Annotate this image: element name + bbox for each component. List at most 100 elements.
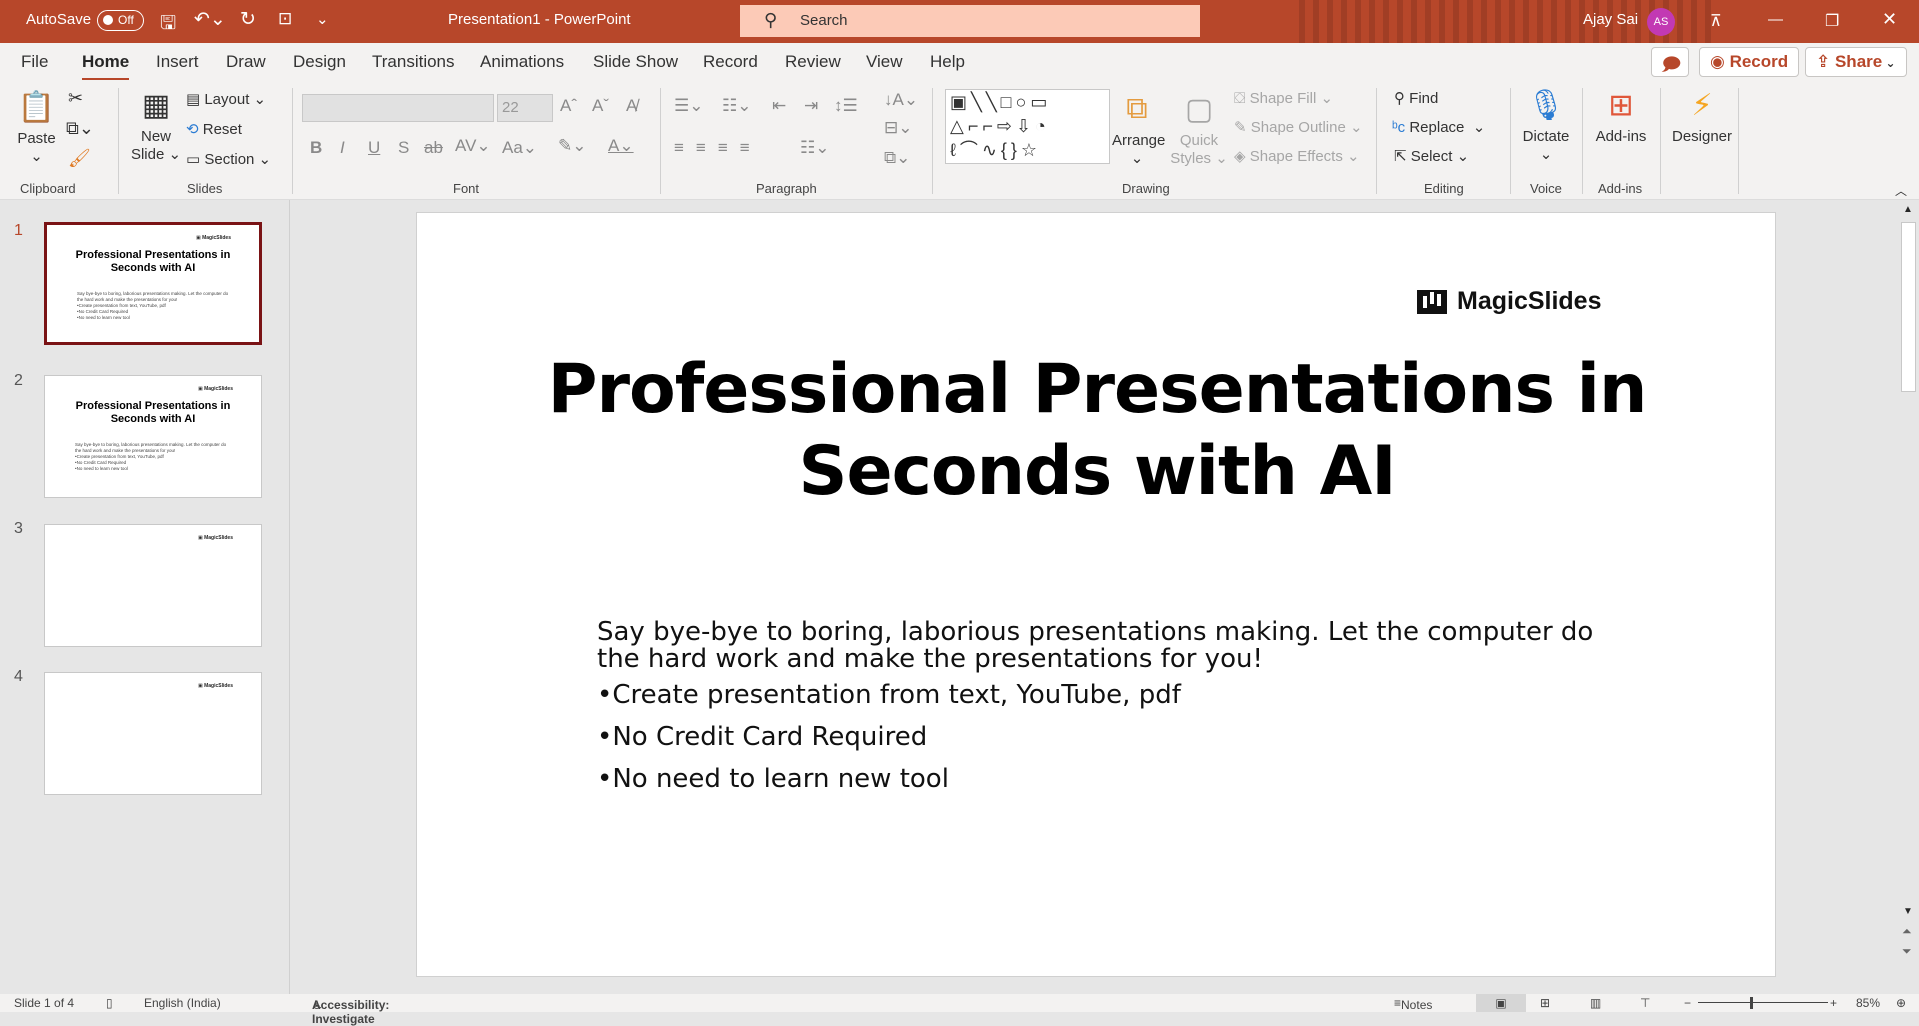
italic-icon[interactable]: I [340,138,345,158]
bold-icon[interactable]: B [310,138,322,158]
previous-slide-icon[interactable]: ⏶ [1902,924,1912,939]
font-color-icon[interactable]: A⌄ [608,136,634,156]
bullets-icon[interactable]: ☰⌄ [674,96,703,116]
tab-insert[interactable]: Insert [156,52,199,72]
zoom-in-icon[interactable]: + [1830,996,1837,1010]
increase-indent-icon[interactable]: ⇥ [804,96,818,116]
new-slide-button[interactable]: ▦ New Slide ⌄ [128,88,184,163]
highlight-icon[interactable]: ✎⌄ [558,136,587,156]
decrease-indent-icon[interactable]: ⇤ [772,96,786,116]
slide-canvas[interactable]: MagicSlides Professional Presentations i… [416,212,1776,977]
slide-title[interactable]: Professional Presentations in Seconds wit… [417,349,1777,513]
normal-view-icon[interactable]: ▣ [1476,994,1526,1012]
shadow-icon[interactable]: S [398,138,409,158]
customize-toolbar-icon[interactable]: ⌄ [316,10,329,28]
scroll-up-icon[interactable]: ▲ [1903,204,1913,215]
collapse-ribbon-icon[interactable]: ︿ [1895,182,1907,199]
smartart-icon[interactable]: ⧉⌄ [884,148,910,168]
zoom-slider[interactable] [1698,1002,1828,1003]
minimize-icon[interactable]: — [1768,11,1783,28]
redo-icon[interactable]: ↻ [240,8,256,31]
line-spacing-icon[interactable]: ↕☰ [834,96,858,116]
tab-home[interactable]: Home [82,52,130,81]
shape-outline-button[interactable]: ✎ Shape Outline ⌄ [1234,118,1363,136]
layout-button[interactable]: ▤ Layout ⌄ [186,90,266,108]
avatar[interactable]: AS [1647,8,1675,36]
slide-thumbnail-2[interactable]: ▣ MagicSlides Professional Presentations… [44,375,262,498]
font-size-box[interactable]: 22 [497,94,553,122]
search-box[interactable]: ⚲ Search [740,5,1200,37]
char-spacing-icon[interactable]: AV⌄ [455,136,491,156]
text-direction-icon[interactable]: ↓A⌄ [884,90,918,110]
save-icon[interactable]: 🖫 [160,9,176,41]
shape-effects-button[interactable]: ◈ Shape Effects ⌄ [1234,147,1360,165]
underline-icon[interactable]: U [368,138,380,158]
tab-slide-show[interactable]: Slide Show [593,52,678,72]
font-name-box[interactable] [302,94,494,122]
restore-icon[interactable]: ❐ [1825,11,1839,31]
tab-file[interactable]: File [21,52,48,72]
slide-thumbnail-1[interactable]: ▣ MagicSlides Professional Presentations… [44,222,262,345]
designer-button[interactable]: ⚡ Designer [1666,88,1738,145]
find-button[interactable]: ⚲ Find [1394,89,1438,107]
tab-animations[interactable]: Animations [480,52,564,72]
slideshow-icon[interactable]: ⊤ [1640,996,1650,1010]
alignment-icons[interactable]: ≡≡≡≡ [674,138,762,158]
notes-button[interactable]: ≡ Notes [1394,996,1432,1012]
zoom-slider-thumb[interactable] [1750,997,1753,1009]
tab-view[interactable]: View [866,52,903,72]
quick-styles-icon: ▢ [1184,93,1214,126]
scrollbar-thumb[interactable] [1901,222,1916,392]
slide-sorter-icon[interactable]: ⊞ [1540,996,1550,1010]
select-button[interactable]: ⇱ Select ⌄ [1394,147,1469,165]
zoom-level[interactable]: 85% [1856,996,1880,1010]
tab-draw[interactable]: Draw [226,52,266,72]
slide-body[interactable]: Say bye-bye to boring, laborious present… [597,619,1593,799]
decrease-font-icon[interactable]: Aˇ [592,96,609,116]
comments-button[interactable]: 🗩 [1651,47,1689,77]
spell-check-icon[interactable]: ▯ [106,996,113,1010]
tab-help[interactable]: Help [930,52,965,72]
close-icon[interactable]: ✕ [1882,9,1897,30]
shapes-gallery[interactable]: ▣╲╲□○▭ △⌐⌐⇨⇩◔ ℓ⌒∿{}☆ [945,89,1110,164]
reading-view-icon[interactable]: ▥ [1590,996,1601,1010]
ribbon-display-icon[interactable]: ⊼ [1710,11,1722,31]
slide-thumbnail-3[interactable]: ▣ MagicSlides [44,524,262,647]
present-icon[interactable]: ⊡ [278,9,292,29]
columns-icon[interactable]: ☷⌄ [800,138,829,158]
tab-review[interactable]: Review [785,52,841,72]
ribbon: 📋 Paste ⌄ ✂ ⧉⌄ 🖌 Clipboard ▦ New Slide ⌄ ▤ L… [0,80,1919,200]
arrange-button[interactable]: ⧉ Arrange ⌄ [1112,92,1165,167]
change-case-icon[interactable]: Aa⌄ [502,138,537,158]
fit-to-window-icon[interactable]: ⊕ [1896,996,1906,1010]
paste-button[interactable]: 📋 Paste ⌄ [14,90,59,165]
autosave-toggle[interactable]: Off [97,10,144,31]
vertical-scrollbar[interactable]: ▲ ▼ ⏶ ⏷ [1898,200,1919,994]
scroll-down-icon[interactable]: ▼ [1903,906,1913,917]
quick-styles-button[interactable]: ▢ Quick Styles ⌄ [1170,92,1228,167]
slide-thumbnail-4[interactable]: ▣ MagicSlides [44,672,262,795]
format-painter-icon[interactable]: 🖌 [68,148,91,169]
tab-design[interactable]: Design [293,52,346,72]
increase-font-icon[interactable]: Aˆ [560,96,577,116]
record-button[interactable]: ◉ Record [1699,47,1800,77]
reset-button[interactable]: ⟲ Reset [186,120,242,138]
language[interactable]: English (India) [144,996,221,1010]
align-text-icon[interactable]: ⊟⌄ [884,118,913,138]
strikethrough-icon[interactable]: ab [424,138,443,158]
undo-icon[interactable]: ↶⌄ [194,8,226,31]
shape-fill-button[interactable]: ⛋ Shape Fill ⌄ [1234,89,1333,107]
tab-transitions[interactable]: Transitions [372,52,455,72]
dictate-button[interactable]: 🎙 Dictate ⌄ [1518,88,1574,163]
cut-icon[interactable]: ✂ [68,88,83,109]
share-button[interactable]: ⇪ Share ⌄ [1805,47,1907,77]
section-button[interactable]: ▭ Section ⌄ [186,150,271,168]
tab-record[interactable]: Record [703,52,758,72]
next-slide-icon[interactable]: ⏷ [1902,944,1912,959]
replace-button[interactable]: ᵇc Replace ⌄ [1392,118,1485,136]
copy-icon[interactable]: ⧉⌄ [66,118,94,139]
addins-button[interactable]: ⊞ Add-ins [1590,88,1652,145]
numbering-icon[interactable]: ☷⌄ [722,96,751,116]
clear-format-icon[interactable]: A̸ [626,96,637,116]
zoom-out-icon[interactable]: − [1684,996,1691,1010]
